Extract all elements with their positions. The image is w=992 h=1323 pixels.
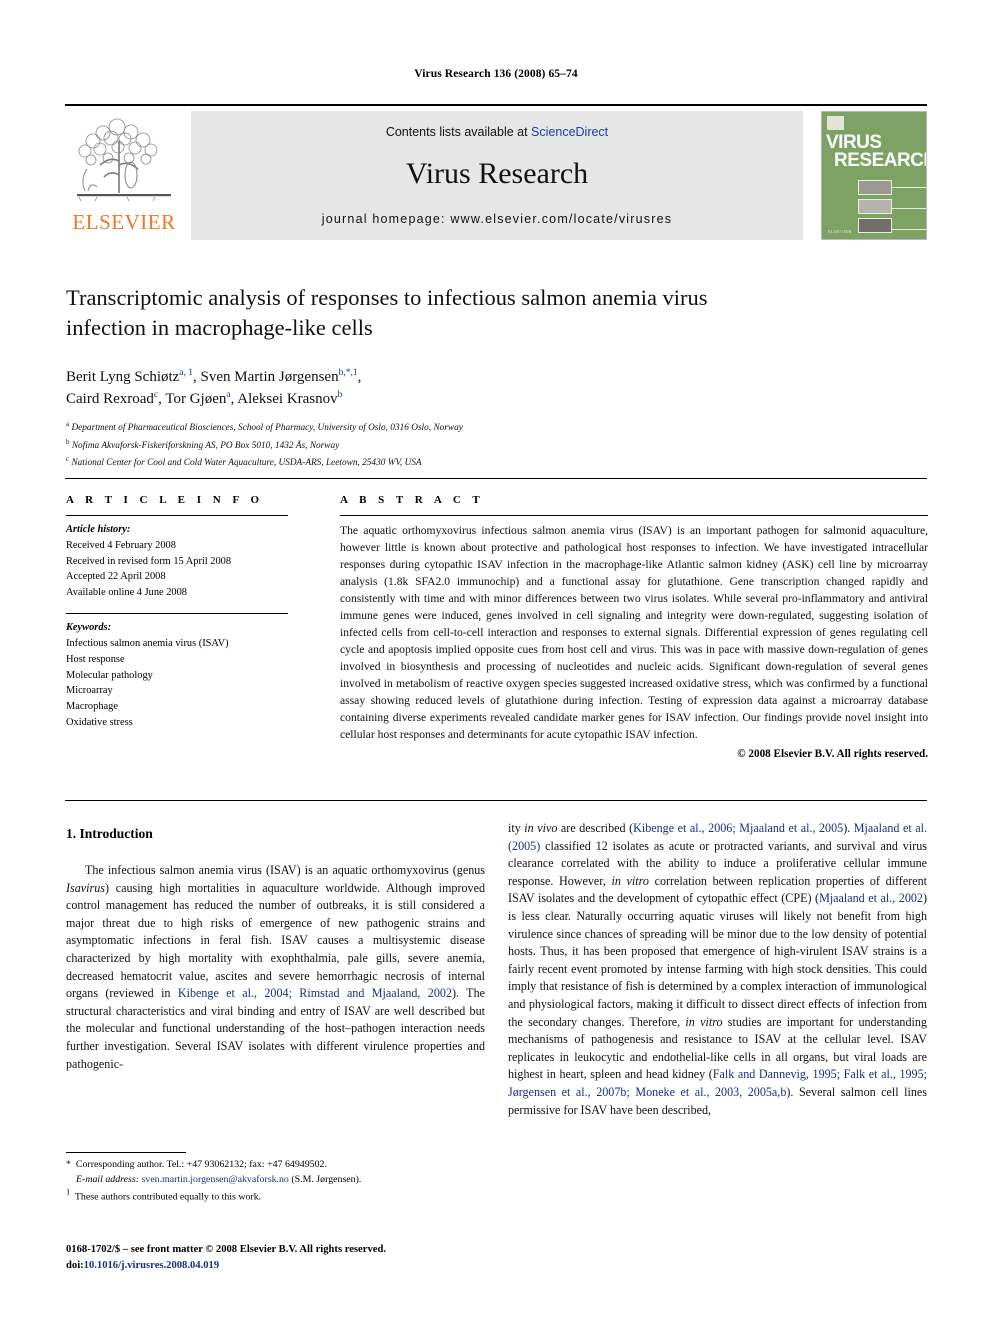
imprint-block: 0168-1702/$ – see front matter © 2008 El… xyxy=(66,1242,536,1274)
body-column-left: The infectious salmon anemia virus (ISAV… xyxy=(66,862,485,1073)
keyword-item: Oxidative stress xyxy=(66,716,133,728)
doi-label: doi: xyxy=(66,1259,84,1271)
keyword-item: Host response xyxy=(66,653,125,665)
journal-masthead: ELSEVIER Contents lists available at Sci… xyxy=(65,104,927,240)
history-item: Available online 4 June 2008 xyxy=(66,587,188,599)
affiliation-text: Department of Pharmaceutical Biosciences… xyxy=(71,423,463,434)
footnote-block: * Corresponding author. Tel.: +47 930621… xyxy=(66,1158,486,1205)
keywords-label: Keywords: xyxy=(66,622,112,634)
corresponding-author-text: Corresponding author. Tel.: +47 93062132… xyxy=(75,1159,327,1170)
contents-lists-line: Contents lists available at ScienceDirec… xyxy=(191,125,803,139)
cover-micrograph-icon xyxy=(858,218,892,233)
cover-micrograph-group xyxy=(858,180,898,237)
abstract-copyright: © 2008 Elsevier B.V. All rights reserved… xyxy=(737,747,928,760)
cover-publisher-mark xyxy=(827,116,844,130)
footnote-equal-contribution: 1 These authors contributed equally to t… xyxy=(66,1187,486,1205)
elsevier-logo: ELSEVIER xyxy=(65,111,183,240)
paragraph: ity in vivo are described (Kibenge et al… xyxy=(508,821,928,1117)
keywords-block: Keywords: Infectious salmon anemia virus… xyxy=(66,614,288,731)
history-item: Received 4 February 2008 xyxy=(66,539,176,551)
doi-line: doi:10.1016/j.virusres.2008.04.019 xyxy=(66,1258,536,1274)
affiliation-item: c National Center for Cool and Cold Wate… xyxy=(66,455,422,469)
article-history-label: Article history: xyxy=(66,524,131,535)
section-heading-introduction: 1. Introduction xyxy=(66,826,153,841)
keyword-item: Macrophage xyxy=(66,701,118,713)
affiliation-item: b Nofima Akvaforsk-Fiskeriforskning AS, … xyxy=(66,437,340,451)
citation-link[interactable]: Kibenge et al., 2004; Rimstad and Mjaala… xyxy=(178,986,452,1000)
footnote-email: E-mail address: sven.martin.jorgensen@ak… xyxy=(66,1173,486,1188)
footnote-corresponding-author: * Corresponding author. Tel.: +47 930621… xyxy=(66,1158,486,1173)
article-info-column: A R T I C L E I N F O Article history: R… xyxy=(66,494,288,731)
journal-homepage-link[interactable]: journal homepage: www.elsevier.com/locat… xyxy=(191,212,803,226)
citation-link[interactable]: Kibenge et al., 2006; Mjaaland et al., 2… xyxy=(633,821,843,835)
divider-below-abstract xyxy=(65,800,927,801)
abstract-text: The aquatic orthomyxovirus infectious sa… xyxy=(340,524,928,741)
cover-micrograph-icon xyxy=(858,180,892,195)
email-link[interactable]: sven.martin.jorgensen@akvaforsk.no xyxy=(141,1174,288,1185)
cover-title-line2: RESEARCH xyxy=(834,150,927,172)
footnote-marker: 1 xyxy=(66,1188,71,1198)
abstract-heading: A B S T R A C T xyxy=(340,494,485,506)
contents-prefix: Contents lists available at xyxy=(385,125,532,139)
history-item: Received in revised form 15 April 2008 xyxy=(66,555,232,567)
cover-title: VIRUS RESEARCH xyxy=(826,133,927,172)
journal-title: Virus Research xyxy=(405,157,589,190)
history-item: Accepted 22 April 2008 xyxy=(66,571,166,583)
elsevier-wordmark: ELSEVIER xyxy=(72,210,176,234)
equal-contribution-text: These authors contributed equally to thi… xyxy=(74,1191,262,1203)
affiliation-text: Nofima Akvaforsk-Fiskeriforskning AS, PO… xyxy=(71,440,340,451)
cover-micrograph-icon xyxy=(858,199,892,214)
cover-footer-text: ELSEVIER xyxy=(828,229,852,234)
article-info-heading: A R T I C L E I N F O xyxy=(66,494,264,506)
running-head: Virus Research 136 (2008) 65–74 xyxy=(414,68,578,80)
issn-line: 0168-1702/$ – see front matter © 2008 El… xyxy=(66,1244,386,1255)
asterisk-icon: * xyxy=(66,1159,71,1170)
email-label: E-mail address: xyxy=(76,1173,139,1185)
affiliation-item: a Department of Pharmaceutical Bioscienc… xyxy=(66,420,463,434)
keyword-item: Molecular pathology xyxy=(66,669,153,681)
keyword-item: Microarray xyxy=(66,685,113,697)
sciencedirect-link[interactable]: ScienceDirect xyxy=(531,125,608,139)
citation-link[interactable]: Falk and Dannevig, 1995; Falk et al., 19… xyxy=(508,1067,927,1099)
divider-above-abstract xyxy=(65,478,927,479)
paragraph: The infectious salmon anemia virus (ISAV… xyxy=(66,863,485,1071)
citation-link[interactable]: Mjaaland et al., 2002 xyxy=(819,891,923,905)
article-history: Article history: Received 4 February 200… xyxy=(66,516,288,601)
elsevier-tree-icon xyxy=(77,118,171,202)
journal-article-page: Virus Research 136 (2008) 65–74 ELSEVIER… xyxy=(0,0,992,1323)
page-title: Transcriptomic analysis of responses to … xyxy=(66,285,708,341)
body-column-right: ity in vivo are described (Kibenge et al… xyxy=(508,820,927,1119)
affiliation-text: National Center for Cool and Cold Water … xyxy=(71,458,422,469)
journal-cover-thumbnail: VIRUS RESEARCH ELSEVIER xyxy=(821,111,927,240)
footnote-divider xyxy=(66,1152,186,1153)
keyword-item: Infectious salmon anemia virus (ISAV) xyxy=(66,637,229,649)
affiliation-list: a Department of Pharmaceutical Bioscienc… xyxy=(66,419,866,472)
journal-banner: Contents lists available at ScienceDirec… xyxy=(191,111,803,240)
email-owner: (S.M. Jørgensen). xyxy=(291,1173,362,1185)
author-list: Berit Lyng Schiøtza, 1, Sven Martin Jørg… xyxy=(66,368,362,407)
doi-link[interactable]: 10.1016/j.virusres.2008.04.019 xyxy=(84,1260,219,1271)
abstract-column: A B S T R A C T The aquatic orthomyxovir… xyxy=(340,494,928,760)
